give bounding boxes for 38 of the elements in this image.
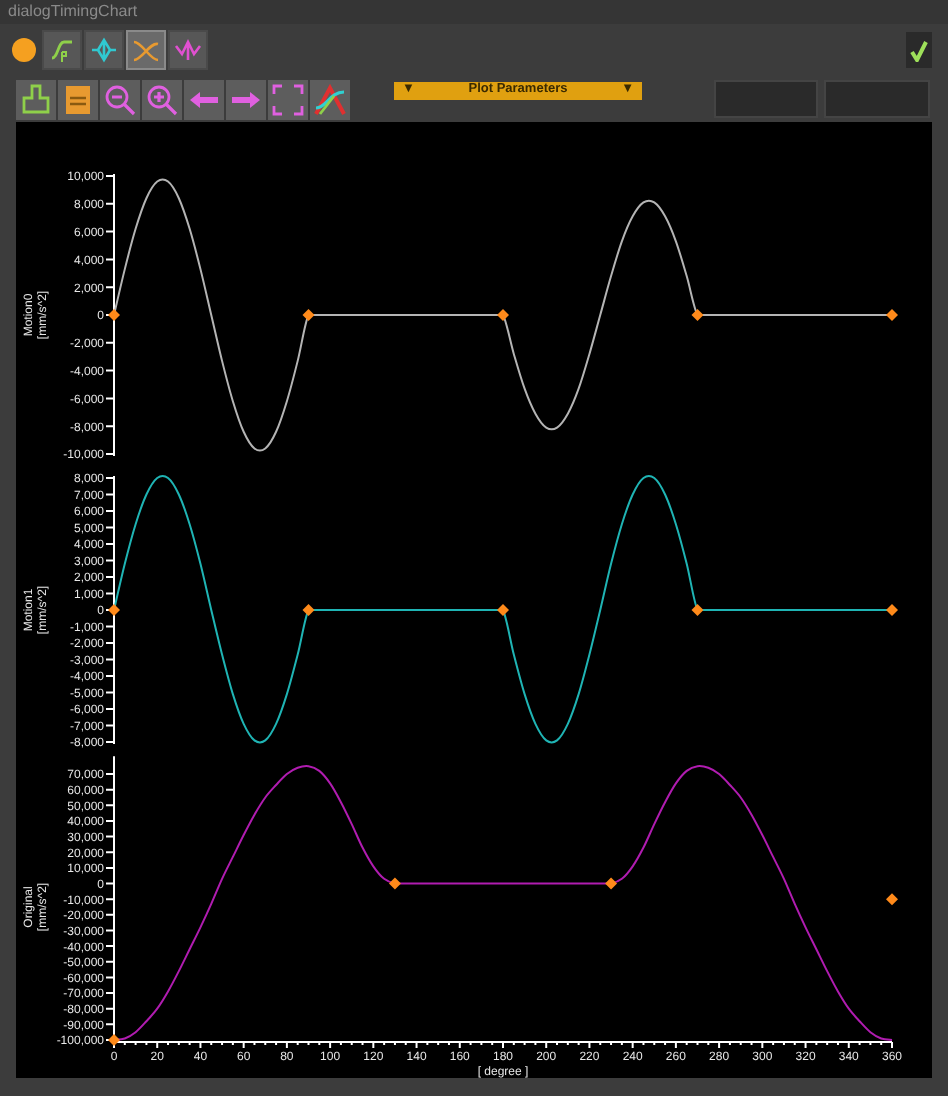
control-point[interactable]	[108, 604, 120, 616]
wave-icon	[90, 36, 118, 64]
control-point[interactable]	[302, 604, 315, 616]
zoom-in-icon	[146, 84, 178, 116]
zigzag-icon	[174, 36, 202, 64]
cross-curve-icon	[132, 36, 160, 64]
control-point[interactable]	[497, 604, 509, 616]
control-point[interactable]	[691, 309, 704, 321]
control-point[interactable]	[108, 309, 120, 321]
zoom-out-icon	[104, 84, 136, 116]
add-button[interactable]	[16, 80, 56, 120]
window-title: dialogTimingChart	[8, 4, 138, 20]
confirm-button[interactable]	[906, 32, 932, 68]
control-point[interactable]	[691, 604, 704, 616]
status-light-icon	[12, 38, 36, 62]
tab[interactable]	[42, 30, 82, 70]
document-icon	[64, 84, 92, 116]
check-icon	[910, 39, 928, 61]
readout-field	[824, 80, 930, 118]
curves-icon	[314, 84, 346, 116]
control-point[interactable]	[886, 309, 898, 321]
tab[interactable]	[84, 30, 124, 70]
tray-icon	[20, 84, 52, 116]
step-curve-icon	[48, 36, 76, 64]
right-arrow-icon	[230, 90, 262, 110]
control-point[interactable]	[497, 309, 509, 321]
list-button[interactable]	[58, 80, 98, 120]
fit-view-icon	[272, 84, 304, 116]
curves-button[interactable]	[310, 80, 350, 120]
control-point[interactable]	[886, 893, 898, 906]
control-point[interactable]	[388, 877, 401, 890]
control-point[interactable]	[605, 877, 618, 890]
readout-field	[714, 80, 818, 118]
control-point[interactable]	[108, 1034, 120, 1046]
control-point[interactable]	[886, 604, 898, 616]
left-arrow-icon	[188, 90, 220, 110]
control-point[interactable]	[302, 309, 315, 321]
tab[interactable]	[168, 30, 208, 70]
